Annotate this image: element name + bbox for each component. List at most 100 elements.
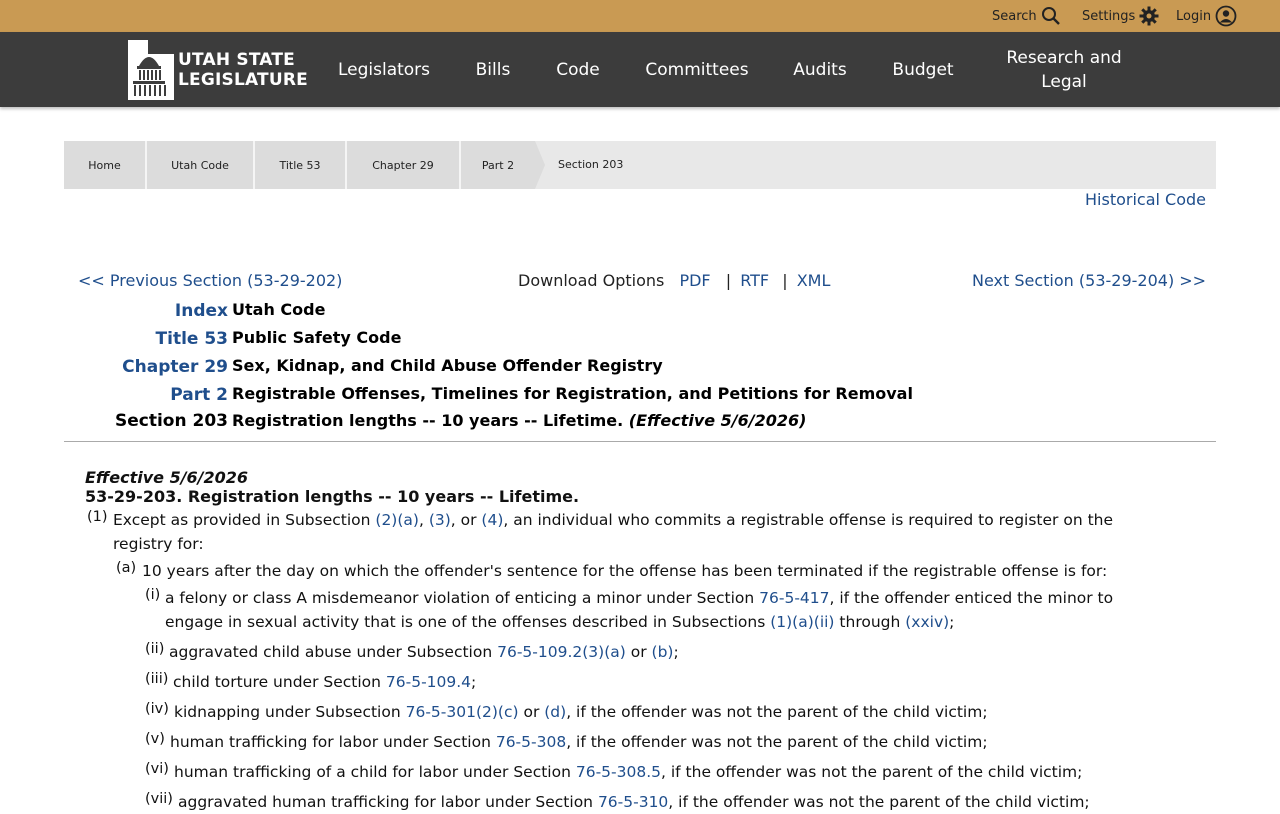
nav-audits[interactable]: Audits (786, 32, 854, 107)
text-fragment: , or (450, 511, 482, 529)
breadcrumb-chapter[interactable]: Chapter 29 (347, 141, 459, 189)
subsection-text: registry for: (113, 535, 204, 553)
subsection-text: a felony or class A misdemeanor violatio… (165, 586, 1113, 610)
hierarchy-row: Title 53 Public Safety Code (64, 326, 1064, 354)
text-fragment: human trafficking of a child for labor u… (174, 763, 576, 781)
text-fragment: human trafficking for labor under Sectio… (170, 733, 496, 751)
text-fragment: , if the offender was not the parent of … (566, 703, 988, 721)
effective-date: Effective 5/6/2026 (85, 468, 249, 487)
text-fragment: child torture under Section (173, 673, 386, 691)
next-section-link[interactable]: Next Section (53-29-204) >> (972, 271, 1206, 290)
hierarchy-value: Public Safety Code (232, 328, 402, 347)
download-pdf-link[interactable]: PDF (679, 271, 710, 290)
breadcrumb-home[interactable]: Home (64, 141, 145, 189)
subsection-link[interactable]: (xxiv) (905, 613, 949, 631)
subsection-text: kidnapping under Subsection 76-5-301(2)(… (174, 700, 988, 724)
hierarchy-value: Registration lengths -- 10 years -- Life… (232, 411, 806, 430)
text-fragment: engage in sexual activity that is one of… (165, 613, 771, 631)
subsection-text: engage in sexual activity that is one of… (165, 610, 954, 634)
historical-code-link[interactable]: Historical Code (1085, 190, 1206, 209)
logo-text: UTAH STATE LEGISLATURE (178, 50, 308, 90)
login-label: Login (1176, 8, 1212, 24)
main-navigation: UTAH STATE LEGISLATURE Legislators Bills… (0, 32, 1280, 107)
text-fragment: Except as provided in Subsection (113, 511, 376, 529)
subsection-number: (i) (145, 587, 161, 603)
download-label: Download Options (518, 271, 665, 290)
text-fragment: ; (471, 673, 477, 691)
subsection-number: (1) (87, 509, 108, 525)
nav-research-line-2: Legal (1041, 71, 1087, 92)
text-fragment: , if the offender was not the parent of … (661, 763, 1083, 781)
download-xml-link[interactable]: XML (797, 271, 831, 290)
subsection-link[interactable]: (b) (652, 643, 674, 661)
section-heading: 53-29-203. Registration lengths -- 10 ye… (85, 487, 580, 506)
section-link[interactable]: 76-5-301(2)(c) (406, 703, 519, 721)
text-fragment: or (625, 643, 652, 661)
section-link[interactable]: 76-5-310 (598, 793, 668, 811)
text-fragment: , if the offender was not the parent of … (668, 793, 1090, 811)
hierarchy-title-link[interactable]: Title 53 (156, 329, 228, 349)
settings-button[interactable]: Settings (1082, 0, 1159, 32)
logo-line-2: LEGISLATURE (178, 70, 308, 90)
nav-research-line-1: Research and (1006, 47, 1122, 68)
text-fragment: , if the offender enticed the minor to (829, 589, 1114, 607)
subsection-link[interactable]: (2)(a) (375, 511, 419, 529)
search-button[interactable]: Search (992, 0, 1061, 32)
download-rtf-link[interactable]: RTF (740, 271, 769, 290)
section-link[interactable]: 76-5-109.4 (386, 673, 471, 691)
breadcrumb-part[interactable]: Part 2 (461, 141, 535, 189)
hierarchy-row: Section 203 Registration lengths -- 10 y… (64, 410, 1064, 438)
utility-bar: Search Settings Login (0, 0, 1280, 32)
hierarchy-row: Part 2 Registrable Offenses, Timelines f… (64, 382, 1064, 410)
breadcrumb-arrow-icon (535, 141, 545, 189)
subsection-text: human trafficking for labor under Sectio… (170, 730, 988, 754)
gear-icon (1139, 6, 1159, 26)
nav-legislators[interactable]: Legislators (330, 32, 438, 107)
download-separator: | (725, 271, 732, 290)
search-label: Search (992, 8, 1037, 24)
hierarchy-chapter-link[interactable]: Chapter 29 (122, 357, 228, 377)
previous-section-link[interactable]: << Previous Section (53-29-202) (78, 271, 342, 290)
section-link[interactable]: 76-5-308.5 (576, 763, 661, 781)
breadcrumb-title[interactable]: Title 53 (255, 141, 345, 189)
subsection-link[interactable]: (1)(a)(ii) (770, 613, 834, 631)
subsection-number: (a) (116, 560, 137, 576)
subsection-text: 10 years after the day on which the offe… (142, 562, 1108, 580)
subsection-link[interactable]: (4) (481, 511, 503, 529)
hierarchy-index-link[interactable]: Index (175, 301, 228, 321)
nav-code[interactable]: Code (548, 32, 608, 107)
text-fragment: ; (673, 643, 679, 661)
search-icon (1041, 7, 1060, 25)
subsection-text: Except as provided in Subsection (2)(a),… (113, 508, 1113, 532)
hierarchy-value: Utah Code (232, 300, 326, 319)
nav-budget[interactable]: Budget (884, 32, 962, 107)
hierarchy-value: Registrable Offenses, Timelines for Regi… (232, 384, 913, 403)
nav-committees[interactable]: Committees (638, 32, 756, 107)
section-link[interactable]: 76-5-308 (496, 733, 566, 751)
text-fragment: through (834, 613, 906, 631)
breadcrumb: Home Utah Code Title 53 Chapter 29 Part … (64, 141, 1216, 189)
subsection-link[interactable]: (d) (544, 703, 566, 721)
login-button[interactable]: Login (1176, 0, 1237, 32)
site-logo[interactable]: UTAH STATE LEGISLATURE (128, 40, 308, 100)
subsection-number: (iv) (145, 701, 169, 717)
breadcrumb-utah-code[interactable]: Utah Code (147, 141, 253, 189)
nav-research-legal[interactable]: Research and Legal (996, 32, 1132, 107)
hierarchy-row: Index Utah Code (64, 298, 1064, 326)
text-fragment: , an individual who commits a registrabl… (503, 511, 1114, 529)
text-fragment: , if the offender was not the parent of … (566, 733, 988, 751)
section-link[interactable]: 76-5-109.2(3)(a) (497, 643, 626, 661)
subsection-text: aggravated human trafficking for labor u… (178, 790, 1090, 814)
text-fragment: kidnapping under Subsection (174, 703, 406, 721)
hierarchy-value: Sex, Kidnap, and Child Abuse Offender Re… (232, 356, 663, 375)
hierarchy-part-link[interactable]: Part 2 (170, 385, 228, 405)
capitol-logo-icon (128, 40, 174, 100)
text-fragment: ; (949, 613, 955, 631)
settings-label: Settings (1082, 8, 1136, 24)
nav-bills[interactable]: Bills (462, 32, 524, 107)
hierarchy-section-label: Section 203 (115, 411, 228, 431)
subsection-link[interactable]: (3) (429, 511, 451, 529)
subsection-text: human trafficking of a child for labor u… (174, 760, 1082, 784)
section-link[interactable]: 76-5-417 (759, 589, 829, 607)
text-fragment: or (518, 703, 545, 721)
